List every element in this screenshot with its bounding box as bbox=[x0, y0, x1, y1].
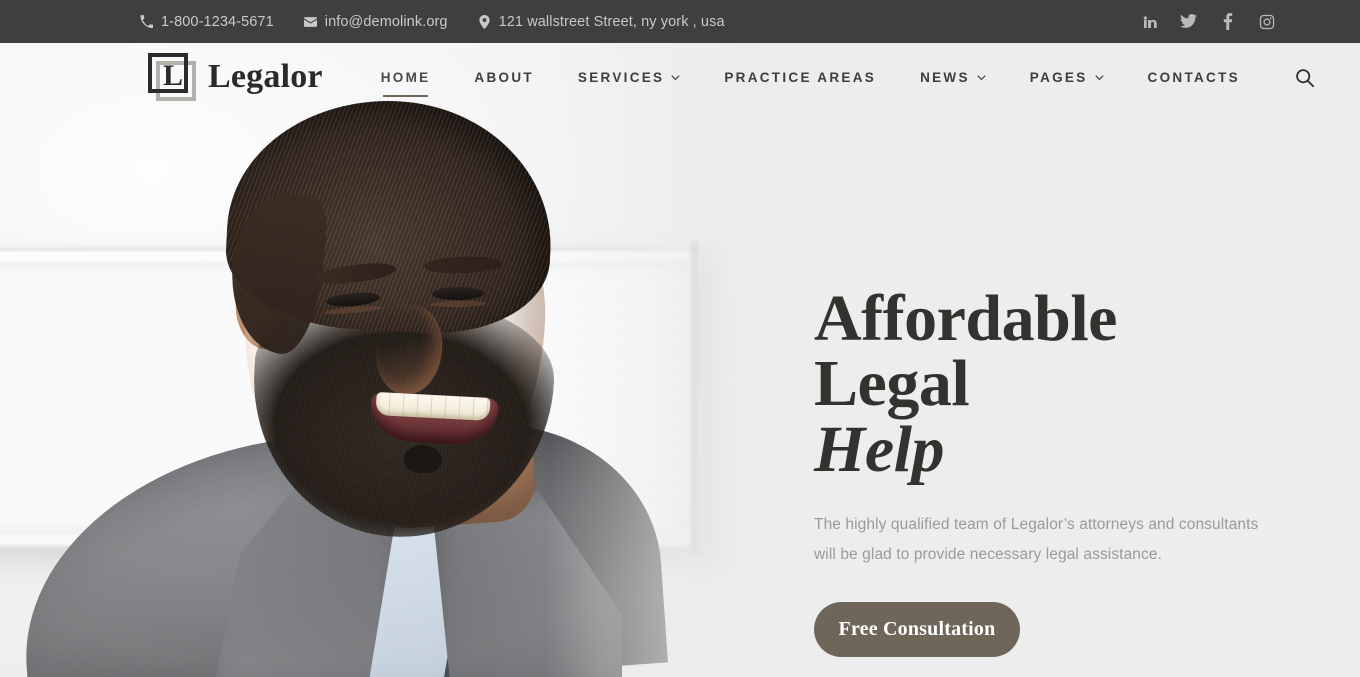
linkedin-icon[interactable] bbox=[1141, 13, 1158, 30]
nav-item-home[interactable]: HOME bbox=[380, 69, 431, 97]
address-contact[interactable]: 121 wallstreet Street, ny york , usa bbox=[478, 14, 725, 30]
hero-title: Affordable Legal Help bbox=[814, 285, 1284, 486]
facebook-icon[interactable] bbox=[1219, 13, 1236, 30]
hero-title-line2: Help bbox=[814, 412, 944, 486]
chevron-down-icon bbox=[977, 73, 986, 82]
hero-title-line1: Affordable Legal bbox=[814, 282, 1117, 421]
top-contact-list: 1-800-1234-5671 info@demolink.org 121 wa… bbox=[140, 14, 755, 30]
hero-photo bbox=[0, 43, 760, 677]
instagram-icon[interactable] bbox=[1258, 13, 1275, 30]
top-contact-bar: 1-800-1234-5671 info@demolink.org 121 wa… bbox=[0, 0, 1360, 43]
nav-item-about[interactable]: ABOUT bbox=[474, 70, 534, 85]
email-address: info@demolink.org bbox=[324, 13, 448, 30]
phone-contact[interactable]: 1-800-1234-5671 bbox=[140, 14, 274, 30]
nav-label-about: ABOUT bbox=[474, 69, 534, 85]
map-pin-icon bbox=[478, 14, 491, 29]
phone-number: 1-800-1234-5671 bbox=[161, 13, 274, 30]
logo-wordmark: Legalor bbox=[208, 58, 323, 95]
email-contact[interactable]: info@demolink.org bbox=[303, 13, 448, 30]
nav-item-pages[interactable]: PAGES bbox=[1030, 70, 1104, 85]
logo-mark-icon: L bbox=[148, 53, 196, 101]
social-links bbox=[1141, 0, 1275, 43]
nav-item-contacts[interactable]: CONTACTS bbox=[1148, 70, 1240, 85]
businessman-figure bbox=[0, 43, 760, 677]
nav-label-news: NEWS bbox=[920, 69, 970, 85]
search-icon[interactable] bbox=[1292, 64, 1318, 90]
nav-label-services: SERVICES bbox=[577, 69, 665, 85]
nav-label-contacts: CONTACTS bbox=[1147, 69, 1240, 85]
main-navigation: HOME ABOUT SERVICES PRACTICE AREAS NEWS … bbox=[380, 64, 1318, 97]
envelope-icon bbox=[303, 14, 317, 29]
nav-item-news[interactable]: NEWS bbox=[920, 70, 986, 85]
nav-label-pages: PAGES bbox=[1029, 69, 1088, 85]
site-header: L Legalor HOME ABOUT SERVICES PRACTICE A… bbox=[0, 43, 1360, 111]
logo-letter: L bbox=[162, 59, 183, 92]
address-text: 121 wallstreet Street, ny york , usa bbox=[498, 13, 725, 30]
hero-copy: Affordable Legal Help The highly qualifi… bbox=[814, 285, 1284, 658]
nav-item-practice-areas[interactable]: PRACTICE AREAS bbox=[724, 70, 876, 85]
hero-subtitle: The highly qualified team of Legalor’s a… bbox=[814, 515, 1259, 564]
nav-label-practice-areas: PRACTICE AREAS bbox=[724, 69, 877, 85]
nav-item-services[interactable]: SERVICES bbox=[577, 69, 681, 85]
active-underline bbox=[382, 95, 429, 97]
free-consultation-button[interactable]: Free Consultation bbox=[814, 602, 1020, 658]
site-logo[interactable]: L Legalor bbox=[148, 53, 323, 101]
nav-label-home: HOME bbox=[380, 69, 431, 85]
phone-icon bbox=[140, 14, 153, 29]
hero-section: Affordable Legal Help The highly qualifi… bbox=[0, 43, 1360, 677]
chevron-down-icon bbox=[1094, 73, 1104, 82]
twitter-icon[interactable] bbox=[1180, 13, 1197, 30]
chevron-down-icon bbox=[671, 73, 681, 82]
